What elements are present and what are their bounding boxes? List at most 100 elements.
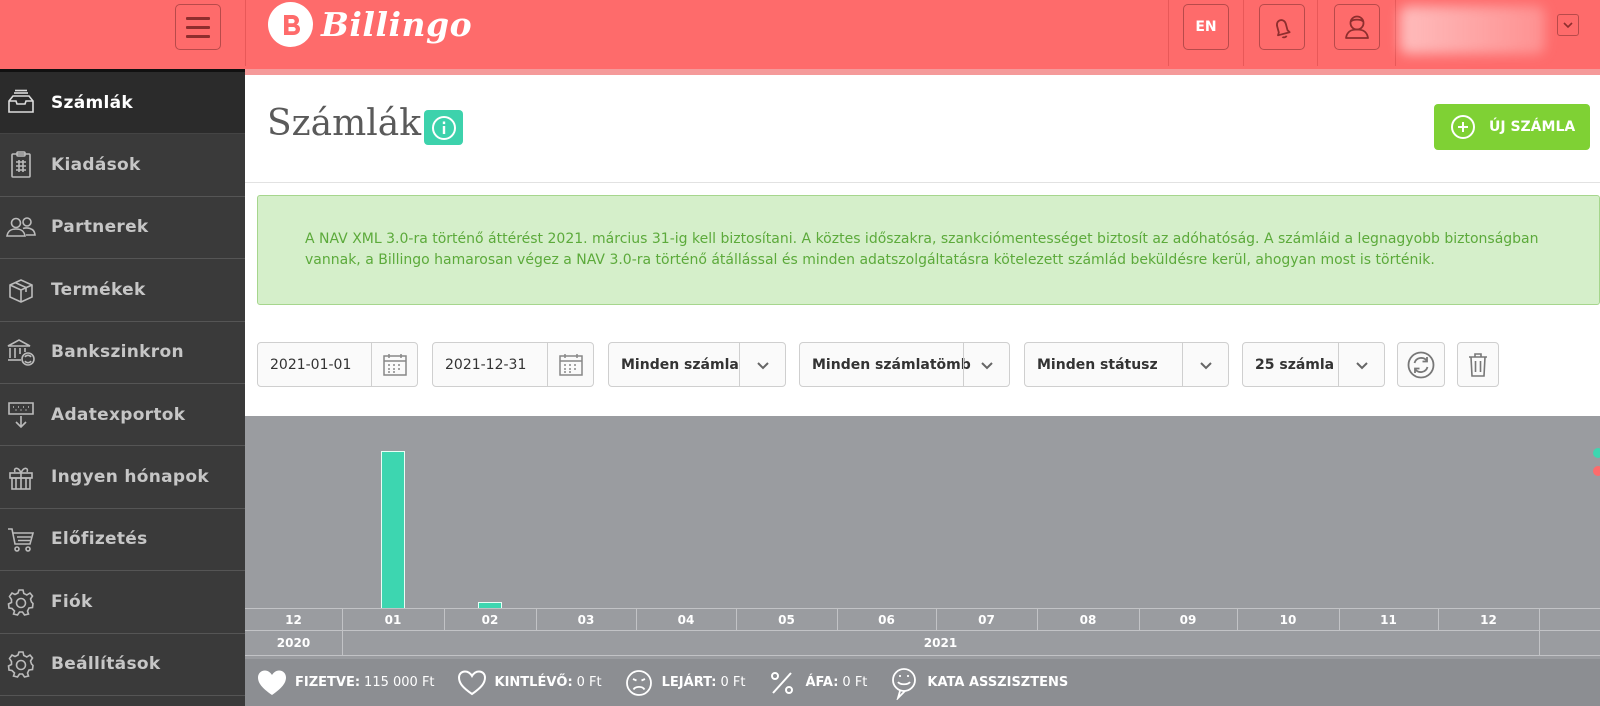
percent-icon [765,666,799,700]
invoices-icon [4,86,38,120]
status-select[interactable]: Minden státusz [1024,342,1229,387]
gear-icon [4,647,38,681]
sidebar-item-label: Előfizetés [51,529,148,550]
sidebar-item-ingyen-honapok[interactable]: Ingyen hónapok [0,446,245,509]
summary-label: KINTLÉVŐ: [494,675,573,690]
topbar-divider [1168,0,1169,66]
calendar-icon[interactable] [547,343,593,386]
x-tick-label: 12 [1480,612,1497,627]
page-header: Számlák ÚJ SZÁMLA [245,75,1600,183]
user-menu-toggle[interactable] [1557,14,1579,36]
sidebar-item-adatexportok[interactable]: Adatexportok [0,384,245,447]
x-axis-months: 12 01 02 03 04 05 06 07 08 09 10 11 12 [245,608,1600,631]
chevron-down-icon [1338,343,1384,386]
refresh-button[interactable] [1397,342,1445,387]
new-invoice-label: ÚJ SZÁMLA [1489,119,1576,135]
x-tick-label: 10 [1279,612,1297,627]
kata-assistant-icon [887,666,921,700]
trash-icon [1469,352,1487,377]
page-size-value: 25 számla [1255,356,1335,373]
plus-circle-icon [1451,115,1475,139]
summary-value: 0 Ft [842,675,868,690]
invoice-type-select[interactable]: Minden számla [608,342,786,387]
refresh-icon [1407,351,1435,378]
chevron-down-icon [1182,343,1228,386]
x-tick-divider [1539,609,1540,630]
heart-filled-icon [255,666,289,700]
summary-label: KATA ASSZISZTENS [927,675,1069,690]
x-year-label: 2021 [923,636,958,650]
summary-value: 0 Ft [576,675,602,690]
new-invoice-button[interactable]: ÚJ SZÁMLA [1434,104,1590,150]
legend-dot[interactable] [1593,466,1600,476]
info-icon [431,115,456,140]
sidebar-item-label: Fiók [51,591,93,612]
sidebar-item-label: Beállítások [51,654,161,675]
user-profile-button[interactable] [1334,4,1380,50]
notifications-button[interactable] [1259,4,1305,50]
topbar-divider [1395,0,1396,66]
kata-assistant-link[interactable]: KATA ASSZISZTENS [887,666,1072,700]
logo[interactable]: Billingo [268,2,472,47]
page-title: Számlák [267,103,422,144]
delete-filter-button[interactable] [1457,342,1499,387]
sidebar-item-beallitasok[interactable]: Beállítások [0,634,245,696]
summary-overdue: LEJÁRT: 0 Ft [622,666,746,700]
topbar-divider [1243,0,1244,66]
date-from-value: 2021-01-01 [270,356,352,373]
sidebar: Számlák Kiadások Partnerek Termékek Bank… [0,72,245,706]
x-tick-label: 03 [577,612,595,627]
expenses-icon [4,148,38,182]
sidebar-item-fiok[interactable]: Fiók [0,571,245,634]
brand-name: Billingo [321,5,473,44]
summary-label: FIZETVE: [295,675,361,690]
x-tick-label: 06 [878,612,895,627]
x-axis-years: 2020 2021 [245,631,1600,656]
cart-icon [4,522,38,556]
x-tick-label: 04 [677,612,695,627]
sidebar-item-partnerek[interactable]: Partnerek [0,197,245,260]
summary-bar: FIZETVE: 115 000 Ft KINTLÉVŐ: 0 Ft LEJÁR… [245,659,1600,706]
bank-sync-icon [4,335,38,369]
sidebar-item-kiadasok[interactable]: Kiadások [0,134,245,197]
chart-plot-area [245,416,1600,608]
date-from-field[interactable]: 2021-01-01 [257,342,418,387]
user-name-blurred[interactable] [1400,6,1545,54]
invoice-block-select[interactable]: Minden számlatömb [799,342,1010,387]
sidebar-item-szamlak[interactable]: Számlák [0,72,245,135]
sad-face-icon [622,666,656,700]
notice-text: A NAV XML 3.0-ra történő áttérést 2021. … [305,231,1539,268]
chart-bar[interactable] [381,451,405,608]
gear-icon [4,585,38,619]
x-tick-label: 02 [481,612,499,627]
x-tick-label: 09 [1179,612,1197,627]
x-tick-label: 07 [978,612,995,627]
date-to-field[interactable]: 2021-12-31 [432,342,594,387]
topbar-divider [245,0,246,66]
sidebar-item-label: Termékek [51,279,146,300]
summary-value: 0 Ft [720,675,746,690]
invoice-type-value: Minden számla [621,356,739,373]
summary-vat: ÁFA: 0 Ft [765,666,867,700]
topbar-divider [1317,0,1318,66]
invoice-block-value: Minden számlatömb [812,356,971,373]
summary-value: 115 000 Ft [364,675,435,690]
main-content: Számlák ÚJ SZÁMLA A NAV XML 3.0-ra törté… [245,75,1600,706]
status-value: Minden státusz [1037,356,1158,373]
page-size-select[interactable]: 25 számla [1242,342,1385,387]
sidebar-item-label: Bankszinkron [51,342,184,363]
x-tick-label: 01 [384,612,402,627]
info-button[interactable] [424,110,463,145]
calendar-icon[interactable] [371,343,417,386]
legend-dot[interactable] [1593,448,1600,458]
sidebar-item-bankszinkron[interactable]: Bankszinkron [0,322,245,384]
user-avatar-icon [1345,15,1369,39]
sidebar-item-termekek[interactable]: Termékek [0,259,245,322]
filter-bar: 2021-01-01 2021-12-31 Minden számla Mind… [257,342,1600,388]
language-button[interactable]: EN [1183,4,1229,50]
sidebar-item-label: Kiadások [51,155,141,176]
sidebar-item-elofizetes[interactable]: Előfizetés [0,509,245,572]
chevron-down-icon [963,343,1009,386]
hamburger-menu-button[interactable] [175,4,221,50]
partners-icon [4,210,38,244]
